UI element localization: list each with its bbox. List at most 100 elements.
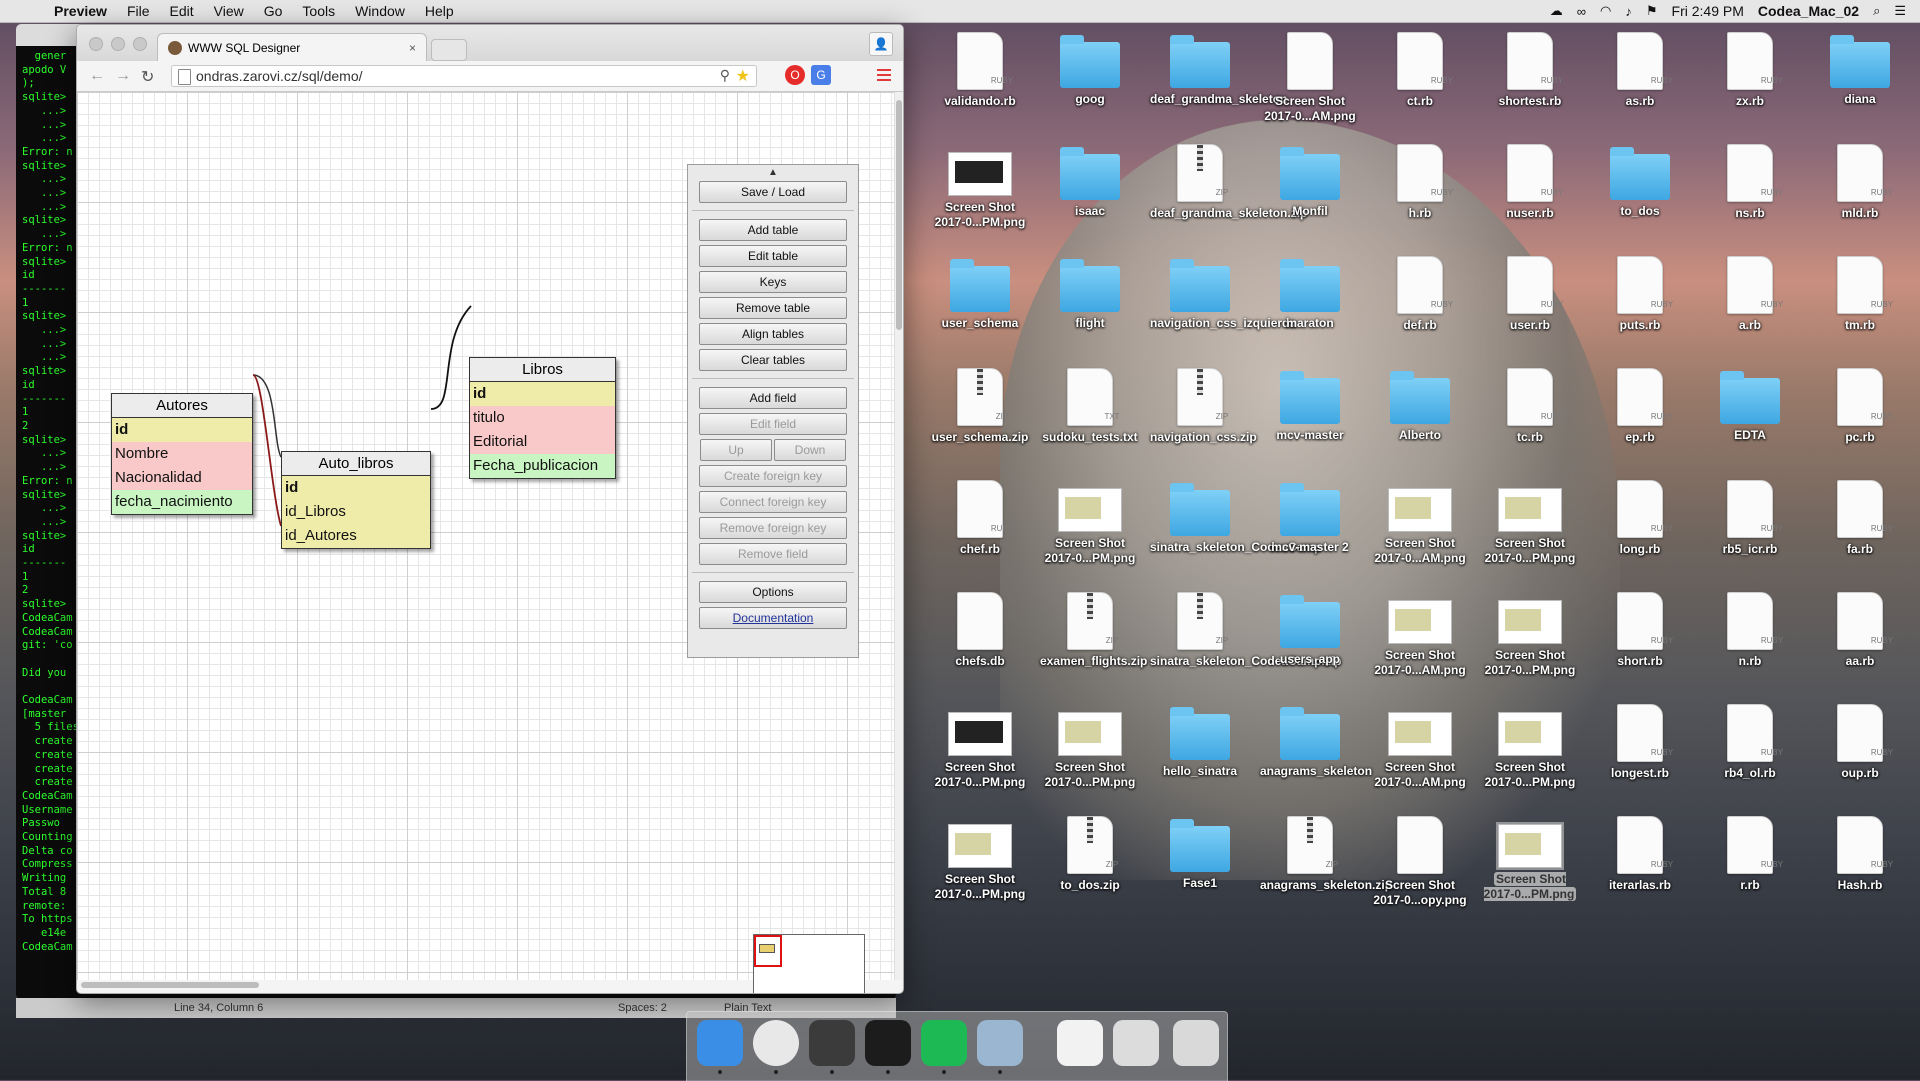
desktop-item[interactable]: Screen Shot 2017-0...PM.png	[930, 704, 1030, 790]
desktop-item[interactable]: Screen Shot 2017-0...opy.png	[1370, 816, 1470, 908]
desktop-item[interactable]: RUBY chef.rb	[930, 480, 1030, 557]
down-button[interactable]: Down	[774, 439, 846, 461]
desktop-item[interactable]: mcv-master 2	[1260, 480, 1360, 555]
desktop-item[interactable]: RUBY zx.rb	[1700, 32, 1800, 109]
table-libros[interactable]: Libros id titulo Editorial Fecha_publica…	[469, 357, 616, 479]
dock-document-icon[interactable]	[1057, 1020, 1103, 1066]
desktop-item[interactable]: ZIP sinatra_skeleton_CodeaCamp.zip	[1150, 592, 1341, 669]
desktop-item[interactable]: Screen Shot 2017-0...AM.png	[1260, 32, 1360, 124]
field-id-libros[interactable]: id_Libros	[282, 500, 430, 524]
desktop-item[interactable]: Screen Shot 2017-0...PM.png	[1040, 704, 1140, 790]
collapse-panel-icon[interactable]: ▲	[688, 165, 858, 181]
documentation-button[interactable]: Documentation	[699, 607, 847, 629]
dock-preview-icon[interactable]	[977, 1020, 1023, 1074]
desktop-item[interactable]: EDTA	[1700, 368, 1800, 443]
close-window-button[interactable]	[89, 37, 103, 51]
clear-tables-button[interactable]: Clear tables	[699, 349, 847, 371]
field-titulo[interactable]: titulo	[470, 406, 615, 430]
desktop-item[interactable]: RUBY rb4_ol.rb	[1700, 704, 1800, 781]
desktop-item[interactable]: RUBY h.rb	[1370, 144, 1470, 221]
edit-table-button[interactable]: Edit table	[699, 245, 847, 267]
desktop-item[interactable]: Fase1	[1150, 816, 1250, 891]
dock-finder-icon[interactable]	[697, 1020, 743, 1074]
desktop-item[interactable]: RUBY long.rb	[1590, 480, 1690, 557]
desktop-item[interactable]: hello_sinatra	[1150, 704, 1250, 779]
new-tab-button[interactable]	[431, 39, 467, 61]
dock-google-chrome-icon[interactable]	[753, 1020, 799, 1074]
options-button[interactable]: Options	[699, 581, 847, 603]
desktop-item[interactable]: ZIP deaf_grandma_skeleton.zip	[1150, 144, 1307, 221]
volume-icon[interactable]: ♪	[1625, 4, 1632, 19]
desktop-item[interactable]: ZIP examen_flights.zip	[1040, 592, 1147, 669]
forward-icon[interactable]: →	[115, 67, 131, 85]
edit-field-button[interactable]: Edit field	[699, 413, 847, 435]
desktop-item[interactable]: RUBY tm.rb	[1810, 256, 1910, 333]
desktop-item[interactable]: Screen Shot 2017-0...AM.png	[1370, 592, 1470, 678]
back-icon[interactable]: ←	[89, 67, 105, 85]
desktop-item[interactable]: RUBY shortest.rb	[1480, 32, 1580, 109]
save-load-button[interactable]: Save / Load	[699, 181, 847, 203]
desktop-item[interactable]: Alberto	[1370, 368, 1470, 443]
wifi-icon[interactable]: ◠	[1600, 3, 1611, 19]
indentation-setting[interactable]: Spaces: 2	[618, 1002, 667, 1014]
field-nombre[interactable]: Nombre	[112, 442, 252, 466]
desktop-item[interactable]: Screen Shot 2017-0...PM.png	[1480, 592, 1580, 678]
zoom-icon[interactable]: ⚲	[720, 67, 730, 84]
field-fecha-publicacion[interactable]: Fecha_publicacion	[470, 454, 615, 478]
desktop-item[interactable]: RUBY mld.rb	[1810, 144, 1910, 221]
add-table-button[interactable]: Add table	[699, 219, 847, 241]
remove-foreign-key-button[interactable]: Remove foreign key	[699, 517, 847, 539]
desktop-item[interactable]: RUBY puts.rb	[1590, 256, 1690, 333]
create-foreign-key-button[interactable]: Create foreign key	[699, 465, 847, 487]
close-tab-icon[interactable]: ×	[409, 41, 416, 55]
desktop-item[interactable]: RUBY short.rb	[1590, 592, 1690, 669]
desktop-item[interactable]: maraton	[1260, 256, 1360, 331]
up-button[interactable]: Up	[700, 439, 772, 461]
remove-field-button[interactable]: Remove field	[699, 543, 847, 565]
desktop-item[interactable]: flight	[1040, 256, 1140, 331]
field-id-autores[interactable]: id_Autores	[282, 524, 430, 548]
desktop-item[interactable]: Screen Shot 2017-0...PM.png	[1480, 816, 1580, 902]
desktop-item[interactable]: RUBY a.rb	[1700, 256, 1800, 333]
opera-extension-icon[interactable]: O	[785, 65, 805, 85]
dock-spotify-icon[interactable]	[921, 1020, 967, 1074]
desktop-item[interactable]: Monfil	[1260, 144, 1360, 219]
notification-center-icon[interactable]: ☰	[1894, 3, 1906, 19]
remove-table-button[interactable]: Remove table	[699, 297, 847, 319]
desktop-item[interactable]: RUBY fa.rb	[1810, 480, 1910, 557]
translate-extension-icon[interactable]: G	[811, 65, 831, 85]
desktop-item[interactable]: RUBY aa.rb	[1810, 592, 1910, 669]
desktop-item[interactable]: RUBY def.rb	[1370, 256, 1470, 333]
cloud-status-icon[interactable]: ☁	[1550, 3, 1563, 19]
desktop-item[interactable]: RUBY validando.rb	[930, 32, 1030, 109]
desktop-item[interactable]: ZIP anagrams_skeleton.zip	[1260, 816, 1392, 893]
desktop-item[interactable]: RUBY iterarlas.rb	[1590, 816, 1690, 893]
table-auto-libros[interactable]: Auto_libros id id_Libros id_Autores	[281, 451, 431, 549]
desktop-item[interactable]: mcv-master	[1260, 368, 1360, 443]
field-fecha-nacimiento[interactable]: fecha_nacimiento	[112, 490, 252, 514]
desktop-item[interactable]: RUBY nuser.rb	[1480, 144, 1580, 221]
keys-button[interactable]: Keys	[699, 271, 847, 293]
desktop-item[interactable]: RUBY ep.rb	[1590, 368, 1690, 445]
desktop-item[interactable]: Screen Shot 2017-0...PM.png	[930, 144, 1030, 230]
vertical-scrollbar[interactable]	[894, 92, 903, 980]
desktop-item[interactable]: deaf_grandma_skeleton	[1150, 32, 1287, 107]
desktop-item[interactable]: RUBY tc.rb	[1480, 368, 1580, 445]
desktop-item[interactable]: RUBY ns.rb	[1700, 144, 1800, 221]
add-field-button[interactable]: Add field	[699, 387, 847, 409]
desktop-item[interactable]: RUBY as.rb	[1590, 32, 1690, 109]
field-id[interactable]: id	[112, 418, 252, 442]
desktop-item[interactable]: sinatra_skeleton_CodeaCamp	[1150, 480, 1321, 555]
desktop-item[interactable]: RUBY rb5_icr.rb	[1700, 480, 1800, 557]
profile-icon[interactable]: 👤	[869, 32, 893, 56]
desktop-item[interactable]: Screen Shot 2017-0...PM.png	[1480, 480, 1580, 566]
desktop-item[interactable]: RUBY r.rb	[1700, 816, 1800, 893]
desktop-item[interactable]: Screen Shot 2017-0...PM.png	[1480, 704, 1580, 790]
menu-window[interactable]: Window	[355, 3, 405, 19]
align-tables-button[interactable]: Align tables	[699, 323, 847, 345]
menubar-clock[interactable]: Fri 2:49 PM	[1672, 3, 1744, 19]
desktop-item[interactable]: Screen Shot 2017-0...AM.png	[1370, 480, 1470, 566]
desktop-item[interactable]: ZIP to_dos.zip	[1040, 816, 1140, 893]
connect-foreign-key-button[interactable]: Connect foreign key	[699, 491, 847, 513]
desktop-item[interactable]: anagrams_skeleton	[1260, 704, 1372, 779]
